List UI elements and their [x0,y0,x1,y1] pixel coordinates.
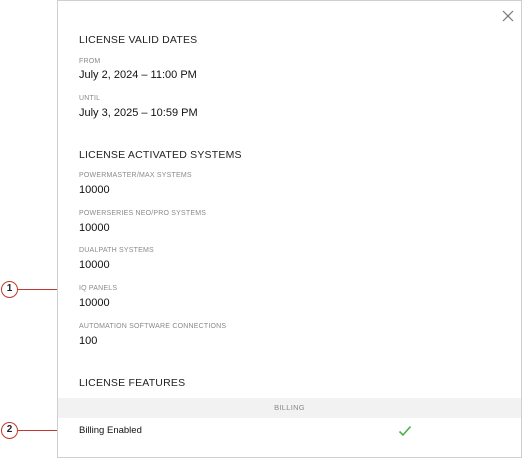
license-details-dialog: LICENSE VALID DATES FROM July 2, 2024 – … [57,0,522,458]
check-icon [398,425,412,437]
powermaster-label: POWERMASTER/MAX SYSTEMS [79,172,192,179]
until-label: UNTIL [79,95,101,102]
close-icon[interactable] [501,9,515,23]
dualpath-label: DUALPATH SYSTEMS [79,247,154,254]
iq-panels-value: 10000 [79,297,110,309]
dualpath-value: 10000 [79,259,110,271]
from-value: July 2, 2024 – 11:00 PM [79,69,197,81]
automation-value: 100 [79,335,98,347]
callout-2-badge: 2 [1,422,18,439]
iq-panels-label: IQ PANELS [79,285,118,292]
valid-dates-title: LICENSE VALID DATES [79,34,198,46]
powerseries-label: POWERSERIES NEO/PRO SYSTEMS [79,210,207,217]
callout-1-badge: 1 [1,281,18,298]
activated-systems-title: LICENSE ACTIVATED SYSTEMS [79,149,242,161]
automation-label: AUTOMATION SOFTWARE CONNECTIONS [79,323,227,330]
billing-group-header: BILLING [58,398,521,418]
from-label: FROM [79,58,101,65]
features-title: LICENSE FEATURES [79,377,186,389]
billing-enabled-label: Billing Enabled [79,425,142,436]
powerseries-value: 10000 [79,222,110,234]
until-value: July 3, 2025 – 10:59 PM [79,107,198,119]
powermaster-value: 10000 [79,184,110,196]
